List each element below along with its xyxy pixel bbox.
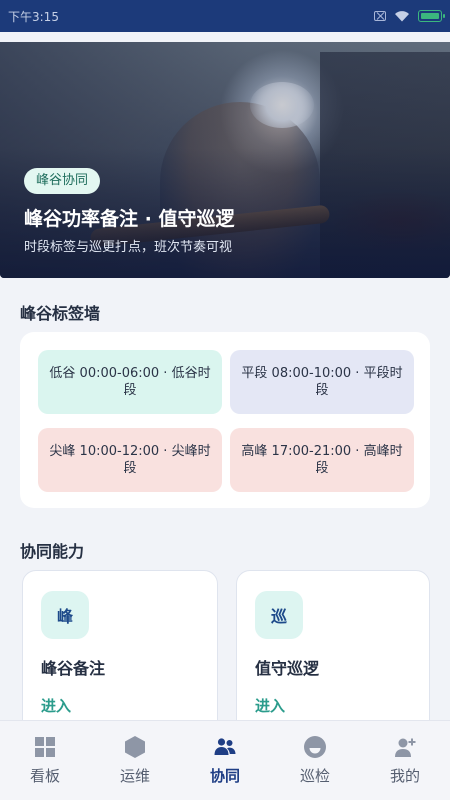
wifi-icon <box>395 11 409 22</box>
capability-name: 峰谷备注 <box>41 659 106 678</box>
capabilities-title: 协同能力 <box>20 542 85 561</box>
nav-item-collab[interactable]: 协同 <box>180 721 270 800</box>
tag-wall: 低谷 00:00-06:00 · 低谷时段 平段 08:00-10:00 · 平… <box>20 332 430 508</box>
hero-banner[interactable]: 峰谷协同 峰谷功率备注 · 值守巡逻 时段标签与巡更打点，班次节奏可视 <box>0 42 450 278</box>
battery-icon <box>418 10 445 22</box>
tag-cell-flat[interactable]: 平段 08:00-10:00 · 平段时段 <box>230 350 414 414</box>
nav-item-ops[interactable]: 运维 <box>90 721 180 800</box>
nav-label: 看板 <box>29 767 60 785</box>
nav-label: 巡检 <box>299 767 330 785</box>
nav-label: 我的 <box>389 767 420 785</box>
hero-tag: 峰谷协同 <box>24 168 101 194</box>
nav-item-dashboard[interactable]: 看板 <box>0 721 90 800</box>
enter-link[interactable]: 进入 <box>41 695 71 716</box>
capability-card-peak-note[interactable]: 峰 峰谷备注 进入 <box>22 570 218 740</box>
smile-icon <box>304 736 326 758</box>
status-time: 下午3:15 <box>8 9 59 24</box>
status-bar: 下午3:15 <box>0 0 450 32</box>
nav-item-inspect[interactable]: 巡检 <box>270 721 360 800</box>
nav-item-mine[interactable]: 我的 <box>360 721 450 800</box>
capability-name: 值守巡逻 <box>255 659 320 678</box>
nav-label: 运维 <box>119 767 150 785</box>
hero-title: 峰谷功率备注 · 值守巡逻 <box>24 208 235 230</box>
hexagon-icon <box>125 736 145 758</box>
no-sim-icon <box>374 11 386 21</box>
nav-label: 协同 <box>209 767 240 785</box>
peak-badge-icon: 峰 <box>41 591 89 639</box>
tag-cell-peak[interactable]: 尖峰 10:00-12:00 · 尖峰时段 <box>38 428 222 492</box>
enter-link[interactable]: 进入 <box>255 695 285 716</box>
hero-subtitle: 时段标签与巡更打点，班次节奏可视 <box>24 240 233 255</box>
status-icons <box>374 10 445 22</box>
tag-cell-low[interactable]: 低谷 00:00-06:00 · 低谷时段 <box>38 350 222 414</box>
people-icon <box>214 738 236 755</box>
bottom-nav: 看板 运维 协同 巡检 我的 <box>0 720 450 800</box>
patrol-badge-icon: 巡 <box>255 591 303 639</box>
tag-cell-high[interactable]: 高峰 17:00-21:00 · 高峰时段 <box>230 428 414 492</box>
person-add-icon <box>395 738 416 757</box>
tag-wall-title: 峰谷标签墙 <box>20 304 101 323</box>
capability-card-patrol[interactable]: 巡 值守巡逻 进入 <box>236 570 430 740</box>
grid-icon <box>35 737 55 757</box>
